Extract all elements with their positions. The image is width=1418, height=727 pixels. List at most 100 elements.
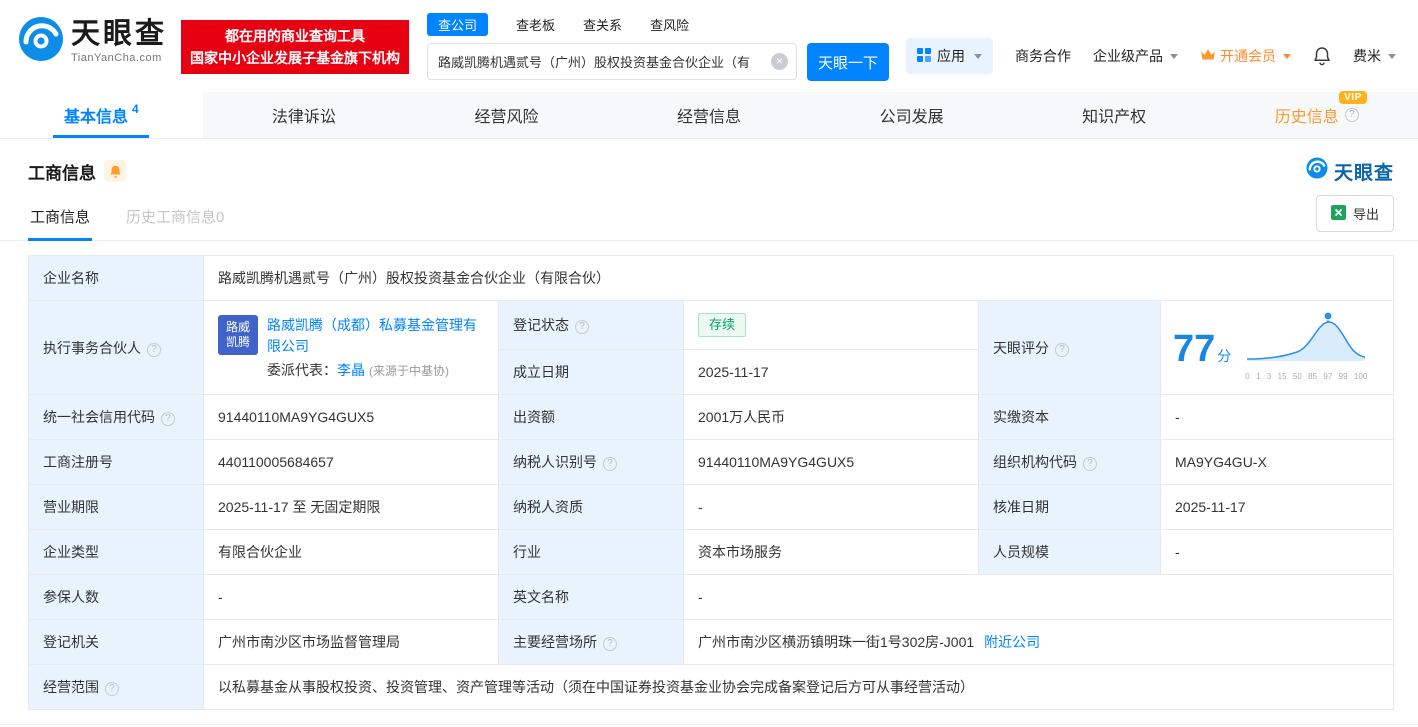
table-row: 登记机关 广州市南沙区市场监督管理局 主要经营场所? 广州市南沙区横沥镇明珠一街… (28, 619, 1395, 665)
label-registration-status: 登记状态? (498, 300, 684, 350)
label-paid-in-capital: 实缴资本 (978, 394, 1161, 440)
label-english-name: 英文名称 (498, 574, 684, 620)
chevron-down-icon (1283, 53, 1291, 59)
value-business-term: 2025-11-17 至 无固定期限 (203, 484, 499, 530)
apps-grid-icon (917, 47, 931, 65)
user-name: 费米 (1353, 48, 1381, 64)
score-distribution-chart: 0 1 3 15 50 85 97 99 100 (1245, 310, 1367, 387)
label-company-type: 企业类型 (28, 529, 204, 575)
score-value: 77 (1173, 327, 1216, 370)
tab-legal-proceedings[interactable]: 法律诉讼 (203, 92, 406, 138)
tab-company-development[interactable]: 公司发展 (810, 92, 1013, 138)
business-info-header: 工商信息 天眼查 (0, 139, 1418, 189)
chevron-down-icon (1170, 53, 1178, 59)
help-icon[interactable]: ? (603, 637, 617, 651)
partner-company-logo[interactable]: 路威 凯腾 (218, 314, 258, 355)
score-unit: 分 (1217, 347, 1232, 364)
menu-enterprise-products[interactable]: 企业级产品 (1093, 46, 1178, 66)
tianyancha-logo[interactable]: 天眼查 TianYanCha.com (18, 16, 167, 67)
label-registration-status-text: 登记状态 (513, 317, 569, 333)
label-registry: 登记机关 (28, 619, 204, 665)
value-english-name: - (682, 574, 1395, 620)
search-tab-boss[interactable]: 查老板 (516, 13, 555, 36)
label-executive-partner: 执行事务合伙人? (28, 300, 204, 395)
label-taxpayer-id: 纳税人识别号? (498, 439, 684, 485)
help-icon[interactable]: ? (105, 682, 119, 696)
rep-name-link[interactable]: 李晶 (337, 362, 365, 378)
tab-operating-label: 经营信息 (677, 109, 742, 126)
tab-history-info[interactable]: 历史信息 VIP ? (1215, 91, 1418, 138)
value-org-code: MA9YG4GU-X (1159, 439, 1395, 485)
label-establish-date: 成立日期 (498, 349, 684, 395)
nearby-companies-link[interactable]: 附近公司 (984, 634, 1040, 650)
search-input[interactable] (427, 43, 798, 80)
partner-company-link[interactable]: 路威凯腾（成都）私募基金管理有限公司 (267, 315, 484, 357)
table-row: 企业类型 有限合伙企业 行业 资本市场服务 人员规模 - (28, 529, 1395, 575)
rep-source: (来源于中基协) (369, 363, 449, 378)
search-button[interactable]: 天眼一下 (807, 43, 890, 81)
value-taxpayer-id: 91440110MA9YG4GUX5 (683, 439, 979, 485)
section-title: 工商信息 (28, 163, 96, 183)
tab-intellectual-property[interactable]: 知识产权 (1013, 92, 1216, 138)
label-executive-partner-text: 执行事务合伙人 (43, 339, 141, 356)
menu-business-cooperation[interactable]: 商务合作 (1015, 46, 1071, 66)
rep-label: 委派代表： (267, 361, 337, 378)
label-org-code-text: 组织机构代码 (993, 454, 1077, 470)
label-tianyan-score: 天眼评分? (978, 300, 1161, 395)
enterprise-label: 企业级产品 (1093, 48, 1163, 64)
value-registry: 广州市南沙区市场监督管理局 (203, 619, 499, 665)
clear-icon[interactable]: × (771, 53, 789, 70)
help-icon[interactable]: ? (161, 412, 175, 426)
business-info-table: 企业名称 路威凯腾机遇贰号（广州）股权投资基金合伙企业（有限合伙） 执行事务合伙… (28, 255, 1395, 710)
subtab-business-info[interactable]: 工商信息 (28, 196, 93, 241)
tab-operating-risk[interactable]: 经营风险 (405, 92, 608, 138)
search-tab-company[interactable]: 查公司 (427, 12, 489, 36)
brand-name: 天眼查 (71, 18, 168, 51)
main-nav: 基本信息 4 法律诉讼 经营风险 经营信息 公司发展 知识产权 历史信息 VIP… (0, 91, 1418, 139)
label-credit-code: 统一社会信用代码? (28, 394, 204, 440)
help-icon[interactable]: ? (1055, 342, 1069, 357)
vip-badge: VIP (1339, 91, 1367, 104)
value-company-name: 路威凯腾机遇贰号（广州）股权投资基金合伙企业（有限合伙） (202, 255, 1395, 301)
tianyancha-watermark-text: 天眼查 (1333, 162, 1394, 184)
promo-line2: 国家中小企业发展子基金旗下机构 (190, 50, 401, 66)
search-tab-relation[interactable]: 查关系 (583, 13, 622, 36)
tab-basic-info[interactable]: 基本信息 4 (0, 92, 203, 138)
tianyancha-logo-icon (18, 16, 64, 67)
tab-history-label: 历史信息 (1274, 109, 1339, 126)
apps-menu[interactable]: 应用 (906, 38, 993, 74)
address-text: 广州市南沙区横沥镇明珠一街1号302房-J001 (698, 634, 975, 650)
tab-legal-label: 法律诉讼 (271, 109, 336, 126)
label-address-text: 主要经营场所 (513, 634, 597, 650)
value-approval-date: 2025-11-17 (1159, 484, 1395, 530)
help-icon[interactable]: ? (1344, 108, 1359, 122)
label-taxpayer-qualification: 纳税人资质 (498, 484, 684, 530)
search-tabs: 查公司 查老板 查关系 查风险 (427, 12, 889, 36)
subtab-history-business-info[interactable]: 历史工商信息0 (124, 196, 226, 240)
label-credit-code-text: 统一社会信用代码 (43, 409, 155, 425)
tab-operating-info[interactable]: 经营信息 (608, 92, 811, 138)
help-icon[interactable]: ? (147, 342, 161, 357)
export-button[interactable]: 导出 (1315, 195, 1394, 232)
value-executive-partner: 路威 凯腾 路威凯腾（成都）私募基金管理有限公司 委派代表：李晶 (来源于中基协) (203, 300, 499, 395)
monitor-bell-icon[interactable] (104, 160, 126, 182)
value-tianyan-score: 77 分 0 1 3 15 50 85 97 99 100 (1159, 300, 1395, 395)
help-icon[interactable]: ? (603, 457, 617, 471)
label-insured-count: 参保人数 (28, 574, 204, 620)
partner-logo-line1: 路威 (225, 319, 250, 334)
value-registration-status: 存续 (683, 300, 979, 350)
help-icon[interactable]: ? (575, 320, 589, 334)
value-staff-size: - (1159, 529, 1395, 575)
tab-basic-info-count: 4 (131, 102, 139, 116)
status-badge: 存续 (698, 313, 747, 337)
excel-icon (1330, 204, 1346, 223)
header-right-menu: 应用 商务合作 企业级产品 开通会员 费米 (906, 38, 1396, 74)
menu-user[interactable]: 费米 (1353, 46, 1396, 66)
search-tab-risk[interactable]: 查风险 (650, 13, 689, 36)
menu-open-vip[interactable]: 开通会员 (1200, 46, 1291, 66)
chevron-down-icon (1388, 53, 1396, 59)
value-credit-code: 91440110MA9YG4GUX5 (203, 394, 499, 440)
help-icon[interactable]: ? (1083, 457, 1097, 471)
label-address: 主要经营场所? (498, 619, 684, 665)
notification-bell-icon[interactable] (1313, 46, 1331, 66)
